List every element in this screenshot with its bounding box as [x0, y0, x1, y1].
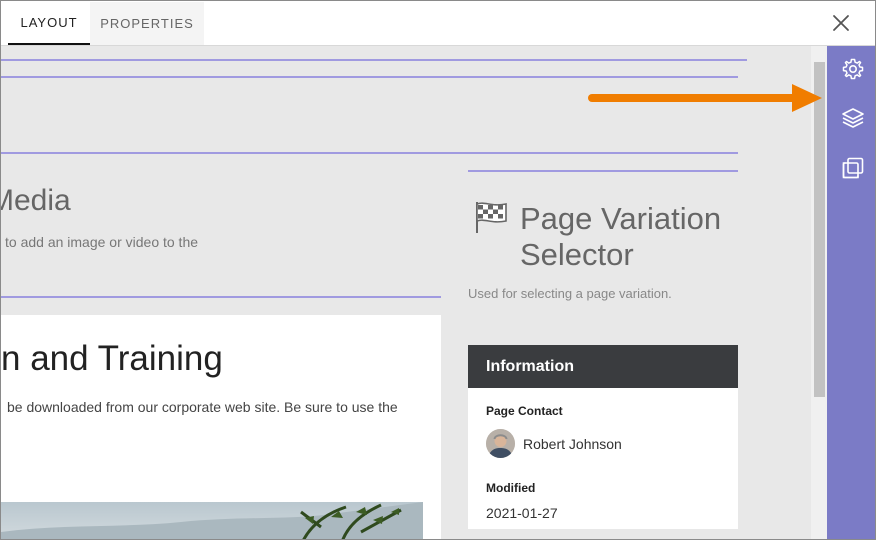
guide-line — [1, 76, 738, 78]
guide-line — [1, 152, 738, 154]
checkered-flag-icon — [476, 202, 507, 233]
gear-icon — [842, 58, 864, 80]
top-bar: LAYOUT PROPERTIES — [1, 1, 875, 46]
editor-window: LAYOUT PROPERTIES Media to add an image … — [0, 0, 876, 540]
media-component-description: to add an image or video to the — [5, 234, 199, 250]
layers-button[interactable] — [840, 105, 866, 131]
page-variation-selector-description: Used for selecting a page variation. — [468, 286, 672, 301]
content-card-image — [1, 502, 423, 539]
modified-label: Modified — [486, 481, 536, 495]
close-icon[interactable] — [831, 13, 851, 33]
arrow-right-icon — [588, 84, 822, 112]
page-contact-label: Page Contact — [486, 404, 563, 418]
tab-layout[interactable]: LAYOUT — [8, 2, 90, 45]
media-component-title: Media — [1, 184, 71, 217]
modified-date: 2021-01-27 — [486, 505, 558, 521]
guide-line — [468, 170, 738, 172]
copy-icon — [842, 157, 864, 179]
information-header: Information — [468, 345, 738, 388]
guide-line — [1, 296, 441, 298]
content-card-title: n and Training — [1, 339, 223, 378]
page-contact-name[interactable]: Robert Johnson — [523, 436, 622, 452]
vertical-scrollbar[interactable] — [811, 46, 827, 539]
avatar — [486, 429, 515, 458]
layers-icon — [842, 108, 864, 128]
page-variation-selector-title: Page Variation Selector — [520, 201, 722, 272]
side-toolbar — [827, 46, 875, 539]
information-panel: Page Contact Robert Johnson Modified 202… — [468, 388, 738, 529]
page-canvas: Media to add an image or video to the Pa… — [1, 46, 811, 539]
content-card-text: be downloaded from our corporate web sit… — [7, 399, 398, 415]
guide-line — [1, 59, 747, 61]
settings-button[interactable] — [840, 56, 866, 82]
copy-button[interactable] — [840, 155, 866, 181]
content-card[interactable]: n and Training be downloaded from our co… — [1, 315, 441, 539]
tab-properties[interactable]: PROPERTIES — [90, 2, 204, 45]
